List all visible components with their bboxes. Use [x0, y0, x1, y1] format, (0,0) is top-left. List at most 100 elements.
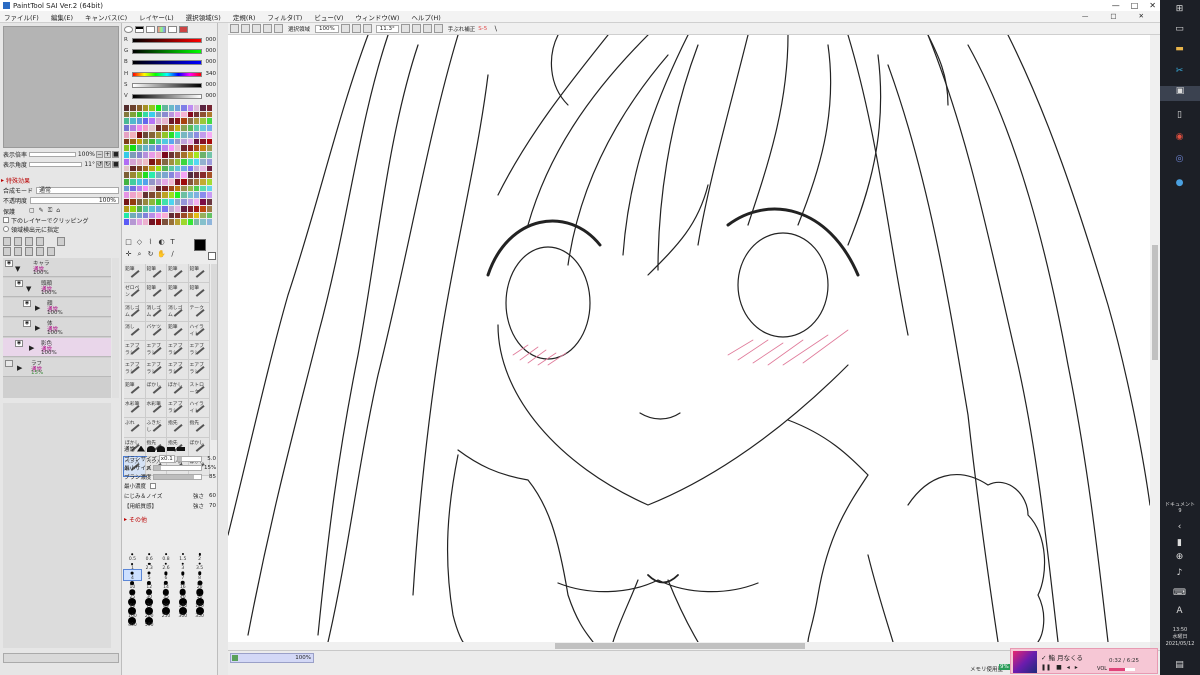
- shape-dome-icon[interactable]: [147, 445, 156, 452]
- color-swatch[interactable]: [136, 219, 143, 225]
- color-swatch[interactable]: [200, 219, 206, 225]
- color-swatch[interactable]: [200, 185, 206, 192]
- discord-icon[interactable]: ◎: [1173, 154, 1186, 165]
- mdi-minimize-button[interactable]: —: [1082, 12, 1089, 20]
- zoom-fit-icon[interactable]: [362, 24, 372, 33]
- user-swatch-icon[interactable]: [179, 26, 188, 33]
- color-swatch[interactable]: [193, 172, 200, 178]
- zoom-in-icon[interactable]: [351, 24, 361, 33]
- color-swatch[interactable]: [143, 105, 149, 111]
- color-swatch[interactable]: [187, 192, 193, 199]
- color-swatch[interactable]: [206, 178, 212, 185]
- brush-slot[interactable]: 鉛筆: [188, 264, 210, 284]
- brush-slot[interactable]: 指先: [188, 418, 210, 438]
- color-swatch[interactable]: [143, 212, 149, 219]
- color-swatch[interactable]: [162, 205, 168, 212]
- zoom-reset-button[interactable]: ■: [112, 151, 119, 158]
- color-swatch[interactable]: [193, 212, 200, 219]
- color-swatch[interactable]: [200, 178, 206, 185]
- rotate-left-button[interactable]: ↺: [96, 161, 103, 168]
- visibility-eye-icon[interactable]: ◉: [15, 280, 23, 287]
- color-swatch[interactable]: [187, 199, 193, 205]
- color-swatch[interactable]: [155, 205, 162, 212]
- color-swatch[interactable]: [124, 185, 130, 192]
- color-swatch[interactable]: [130, 219, 136, 225]
- rotate-tool-icon[interactable]: ↻: [146, 250, 155, 259]
- color-swatch[interactable]: [187, 185, 193, 192]
- color-swatch[interactable]: [155, 118, 162, 125]
- clear-layer-icon[interactable]: [36, 247, 44, 256]
- keyboard-icon[interactable]: ⌨: [1173, 588, 1186, 599]
- color-swatch[interactable]: [206, 131, 212, 138]
- stop-icon[interactable]: ■: [1056, 664, 1062, 671]
- color-swatch[interactable]: [200, 158, 206, 165]
- color-swatch[interactable]: [200, 145, 206, 152]
- blend-mode-select[interactable]: 通常: [36, 186, 119, 194]
- color-swatch[interactable]: [200, 105, 206, 111]
- brush-size-preset[interactable]: 4: [123, 569, 142, 581]
- color-swatch[interactable]: [155, 105, 162, 111]
- rotate-right-icon[interactable]: [411, 24, 421, 33]
- color-swatch[interactable]: [181, 212, 187, 219]
- color-swatch[interactable]: [181, 178, 187, 185]
- color-swatch[interactable]: [181, 125, 187, 131]
- menu-filter[interactable]: フィルタ(T): [267, 12, 302, 22]
- red-slider[interactable]: R 000: [124, 35, 216, 45]
- color-swatch[interactable]: [174, 105, 181, 111]
- color-swatch[interactable]: [143, 138, 149, 145]
- deselect-icon[interactable]: [252, 24, 261, 33]
- document-tab[interactable]: 100%: [230, 653, 314, 663]
- brush-slot[interactable]: 消しゴム: [167, 302, 189, 322]
- color-swatch[interactable]: [200, 205, 206, 212]
- color-swatch[interactable]: [193, 205, 200, 212]
- blue-track[interactable]: [132, 59, 202, 65]
- color-swatch[interactable]: [193, 185, 200, 192]
- layer-item[interactable]: ◉ ▶ 体 通常 100%: [3, 318, 111, 337]
- brush-size-preset[interactable]: 5: [141, 570, 158, 581]
- color-swatch[interactable]: [162, 199, 168, 205]
- color-swatch[interactable]: [162, 158, 168, 165]
- color-swatch[interactable]: [130, 125, 136, 131]
- color-swatch[interactable]: [143, 131, 149, 138]
- color-swatch[interactable]: [155, 219, 162, 225]
- color-swatch[interactable]: [149, 185, 155, 192]
- color-swatch[interactable]: [124, 205, 130, 212]
- color-swatch[interactable]: [193, 192, 200, 199]
- color-swatch[interactable]: [200, 212, 206, 219]
- color-swatch[interactable]: [124, 118, 130, 125]
- green-track[interactable]: [132, 48, 202, 54]
- color-swatch[interactable]: [149, 152, 155, 158]
- brush-slot[interactable]: ぶれ: [124, 418, 146, 438]
- chrome-icon[interactable]: ◉: [1173, 132, 1186, 143]
- color-swatch[interactable]: [149, 219, 155, 225]
- rotate-left-icon[interactable]: [400, 24, 410, 33]
- taskbar-document-label[interactable]: ドキュメント 9: [1160, 502, 1200, 514]
- file-explorer-icon[interactable]: ▬: [1173, 44, 1186, 55]
- color-swatch[interactable]: [124, 131, 130, 138]
- color-swatch[interactable]: [187, 158, 193, 165]
- color-swatch[interactable]: [193, 165, 200, 172]
- brush-slot[interactable]: ハイライト: [188, 321, 210, 342]
- notification-icon[interactable]: ▤: [1173, 660, 1186, 671]
- color-swatch[interactable]: [149, 178, 155, 185]
- color-swatch[interactable]: [143, 165, 149, 172]
- color-swatch[interactable]: [124, 138, 130, 145]
- brush-slot[interactable]: ぼかし: [167, 379, 189, 400]
- menu-canvas[interactable]: キャンバス(C): [85, 12, 127, 22]
- color-swatch[interactable]: [193, 131, 200, 138]
- min-density-checkbox[interactable]: [150, 483, 157, 489]
- brush-size-preset[interactable]: 1: [124, 561, 141, 571]
- color-swatch[interactable]: [206, 118, 212, 125]
- color-swatch[interactable]: [206, 165, 212, 172]
- rotate-right-button[interactable]: ↻: [104, 161, 111, 168]
- color-swatch[interactable]: [181, 131, 187, 138]
- line-tool-icon[interactable]: ∖: [493, 25, 497, 33]
- canvas-angle-select[interactable]: 11.3°: [375, 24, 399, 33]
- color-swatch[interactable]: [155, 125, 162, 131]
- network-icon[interactable]: ⊕: [1173, 552, 1186, 563]
- layer-list-scrollbar[interactable]: [112, 258, 119, 398]
- palette-icon[interactable]: [157, 26, 166, 33]
- brush-slot[interactable]: ゼロペン: [124, 283, 146, 303]
- color-swatch[interactable]: [168, 185, 174, 192]
- min-density-param[interactable]: 最小濃度: [124, 482, 216, 490]
